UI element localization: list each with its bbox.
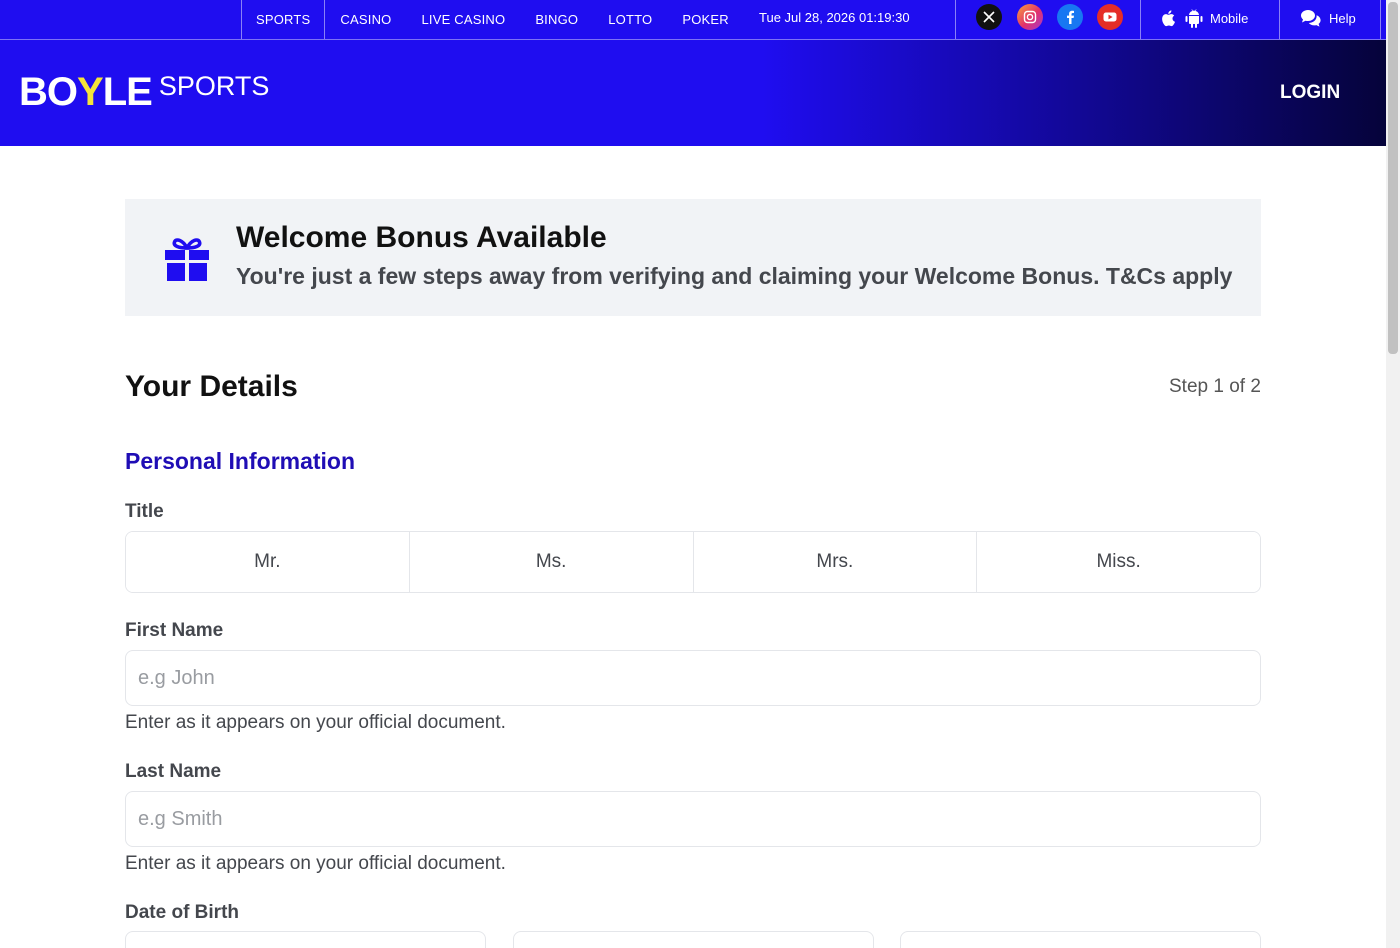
signup-page: SPORTS CASINO LIVE CASINO BINGO LOTTO PO… (0, 0, 1400, 948)
login-button[interactable]: LOGIN (1280, 82, 1340, 104)
site-header: BOYLE SPORTS LOGIN (0, 40, 1386, 146)
chat-icon (1301, 10, 1321, 27)
dob-day-field[interactable] (125, 931, 486, 948)
top-bar: SPORTS CASINO LIVE CASINO BINGO LOTTO PO… (0, 0, 1386, 40)
facebook-icon[interactable] (1057, 4, 1083, 30)
first-name-hint: Enter as it appears on your official doc… (125, 712, 506, 733)
logo-subtext: SPORTS (158, 71, 270, 101)
title-option-ms[interactable]: Ms. (409, 532, 694, 592)
gift-icon (165, 238, 209, 281)
mobile-label: Mobile (1210, 10, 1249, 26)
current-datetime: Tue Jul 28, 2026 01:19:30 (759, 10, 910, 25)
title-label: Title (125, 501, 164, 522)
title-option-mr[interactable]: Mr. (126, 532, 410, 592)
boylesports-logo[interactable]: BOYLE SPORTS (19, 70, 269, 115)
first-name-label: First Name (125, 620, 224, 641)
apple-icon (1162, 10, 1175, 27)
page-title: Your Details (125, 370, 298, 403)
personal-information-heading: Personal Information (125, 448, 356, 474)
title-option-mrs[interactable]: Mrs. (693, 532, 978, 592)
product-nav: SPORTS CASINO LIVE CASINO BINGO LOTTO PO… (241, 0, 744, 39)
instagram-icon[interactable] (1017, 4, 1043, 30)
nav-poker[interactable]: POKER (667, 0, 744, 39)
date-of-birth-label: Date of Birth (125, 902, 239, 923)
logo-wordmark: BOYLE (19, 70, 153, 114)
mobile-apps-link[interactable]: Mobile (1160, 7, 1248, 29)
nav-bingo[interactable]: BINGO (520, 0, 593, 39)
dob-month-field[interactable] (513, 931, 874, 948)
android-icon (1185, 9, 1203, 28)
welcome-bonus-banner: Welcome Bonus Available You're just a fe… (125, 199, 1261, 316)
last-name-input[interactable] (125, 791, 1261, 847)
help-label: Help (1329, 10, 1356, 26)
dob-year-field[interactable] (900, 931, 1261, 948)
title-option-miss[interactable]: Miss. (977, 532, 1260, 592)
divider (1140, 0, 1141, 39)
scrollbar-thumb[interactable] (1388, 2, 1398, 354)
nav-sports[interactable]: SPORTS (241, 0, 326, 39)
divider (955, 0, 956, 39)
nav-live-casino[interactable]: LIVE CASINO (406, 0, 520, 39)
divider (1279, 0, 1280, 39)
youtube-icon[interactable] (1097, 4, 1123, 30)
step-indicator: Step 1 of 2 (1169, 376, 1261, 397)
title-selector: Mr. Ms. Mrs. Miss. (125, 531, 1261, 593)
first-name-input[interactable] (125, 650, 1261, 706)
last-name-label: Last Name (125, 761, 222, 782)
banner-text: You're just a few steps away from verify… (236, 263, 1233, 289)
banner-title: Welcome Bonus Available (236, 221, 607, 254)
nav-casino[interactable]: CASINO (325, 0, 406, 39)
x-icon[interactable] (976, 4, 1002, 30)
nav-lotto[interactable]: LOTTO (593, 0, 667, 39)
divider (1380, 0, 1381, 39)
help-link[interactable]: Help (1300, 7, 1356, 29)
last-name-hint: Enter as it appears on your official doc… (125, 853, 506, 874)
